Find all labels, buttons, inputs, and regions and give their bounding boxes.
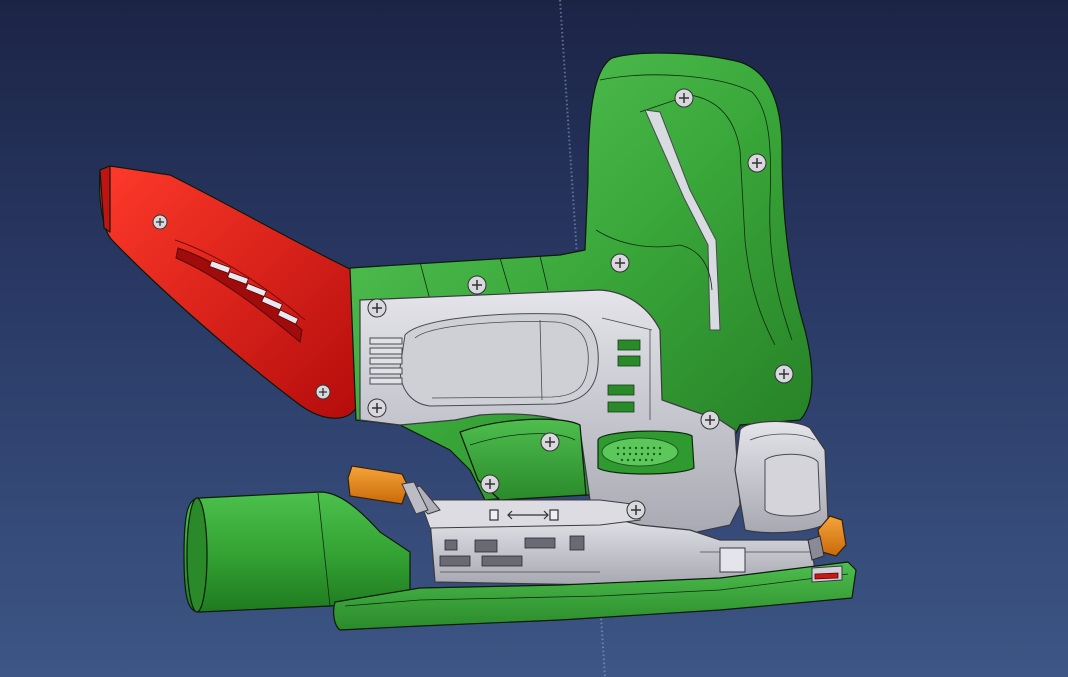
screw-icon [626, 500, 646, 520]
dust-chute[interactable] [99, 165, 359, 419]
screw-icon [610, 253, 630, 273]
speed-dial[interactable] [597, 430, 695, 475]
battery-pack[interactable] [734, 420, 829, 534]
bevel-lock-lever[interactable] [347, 465, 429, 515]
screw-icon [774, 364, 794, 384]
jigsaw-3d-model[interactable] [0, 0, 1068, 677]
screw-icon [467, 275, 487, 295]
screw-icon [315, 384, 331, 400]
cad-viewport[interactable] [0, 0, 1068, 677]
screw-icon [480, 474, 500, 494]
screw-icon [152, 214, 168, 230]
screw-icon [367, 398, 387, 418]
screw-icon [367, 298, 387, 318]
screw-icon [674, 88, 694, 108]
screw-icon [540, 432, 560, 452]
screw-icon [747, 153, 767, 173]
dust-extraction-tube[interactable] [183, 491, 411, 613]
screw-icon [700, 410, 720, 430]
